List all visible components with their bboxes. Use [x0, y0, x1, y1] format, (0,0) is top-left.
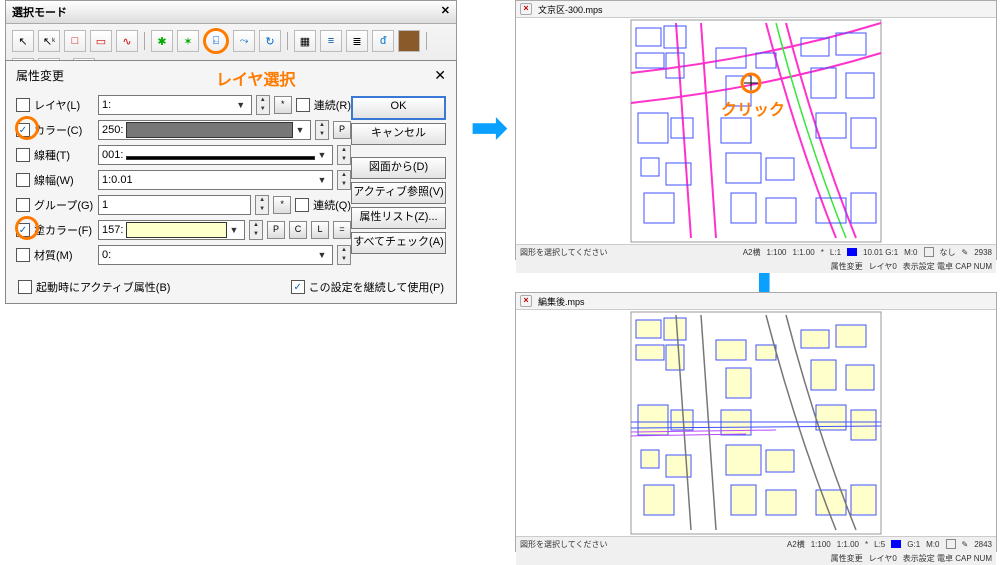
tool-curve-icon[interactable]: ⤳	[233, 30, 255, 52]
check-all-button[interactable]: すべてチェック(A)	[351, 232, 446, 254]
tool-arrow-sel-icon[interactable]: ↖k	[38, 30, 60, 52]
fill-select[interactable]: 157:▼	[98, 220, 245, 240]
attr-list-button[interactable]: 属性リスト(Z)...	[351, 207, 446, 229]
map-before-window: × 文京区-300.mps	[515, 0, 997, 260]
group-input[interactable]: 1	[98, 195, 251, 215]
tool-layer-select-icon[interactable]: ⍇	[203, 28, 229, 54]
annotation-layer-select: レイヤ選択	[216, 66, 296, 90]
color-spinner[interactable]: ▲▼	[315, 120, 329, 140]
cont-q-checkbox[interactable]	[295, 198, 309, 212]
map-tab-close-icon[interactable]: ×	[520, 3, 532, 15]
tool-rect-icon[interactable]: □	[64, 30, 86, 52]
map-canvas-after[interactable]	[516, 310, 996, 536]
material-checkbox[interactable]	[16, 248, 30, 262]
fill-spinner[interactable]: ▲▼	[249, 220, 263, 240]
material-label: 材質(M)	[34, 247, 94, 263]
arrow-right-icon: ➡	[470, 100, 509, 154]
tool-branch-icon[interactable]: ✶	[177, 30, 199, 52]
tool-reload-icon[interactable]: ↻	[259, 30, 281, 52]
cont-r-label: 連続(R)	[314, 97, 351, 113]
color-select[interactable]: 250:▼	[98, 120, 311, 140]
tool-tricolor-icon[interactable]: ≣	[346, 30, 368, 52]
attribute-change-dialog: 属性変更 ✕ レイヤ選択 レイヤ(L) 1:▼ ▲▼ * 連続(R) ✓ カラー…	[5, 60, 457, 304]
startup-checkbox[interactable]	[18, 280, 32, 294]
map-canvas-before[interactable]	[516, 18, 996, 244]
l-button[interactable]: L	[311, 221, 329, 239]
material-select[interactable]: 0:▼	[98, 245, 333, 265]
linetype-checkbox[interactable]	[16, 148, 30, 162]
startup-label: 起動時にアクティブ属性(B)	[36, 279, 170, 295]
tool-grid-icon[interactable]: ▦	[294, 30, 316, 52]
tool-arrow-icon[interactable]: ↖	[12, 30, 34, 52]
from-drawing-button[interactable]: 図面から(D)	[351, 157, 446, 179]
map-tab-after[interactable]: 編集後.mps	[538, 295, 585, 308]
map-tab-before[interactable]: 文京区-300.mps	[538, 3, 603, 16]
map-tab-close-icon-2[interactable]: ×	[520, 295, 532, 307]
group-spinner[interactable]: ▲▼	[255, 195, 269, 215]
linewidth-spinner[interactable]: ▲▼	[337, 170, 351, 190]
color-label: カラー(C)	[34, 122, 94, 138]
toolbar-title: 選択モード	[12, 4, 67, 20]
group-label: グループ(G)	[34, 197, 94, 213]
c-button[interactable]: C	[289, 221, 307, 239]
tool-node-icon[interactable]: ✱	[151, 30, 173, 52]
linetype-select[interactable]: 001:▼	[98, 145, 333, 165]
toolbar-close-button[interactable]: ✕	[441, 4, 450, 20]
status-bar-before: 図形を選択してください A2横1:1001:1.00 *L:1 10.01 G:…	[516, 244, 996, 259]
layer-spinner[interactable]: ▲▼	[256, 95, 270, 115]
tool-lasso-icon[interactable]: ∿	[116, 30, 138, 52]
star-button[interactable]: *	[274, 96, 292, 114]
material-spinner[interactable]: ▲▼	[337, 245, 351, 265]
status-bar-after: 図形を選択してください A2横1:1001:1.00 *L:5 G:1M:0 ✎…	[516, 536, 996, 551]
fill-label: 塗カラー(F)	[34, 222, 94, 238]
active-ref-button[interactable]: アクティブ参照(V)	[351, 182, 446, 204]
ok-button[interactable]: OK	[351, 96, 446, 120]
p-button[interactable]: P	[333, 121, 351, 139]
linewidth-label: 線幅(W)	[34, 172, 94, 188]
map-after-window: × 編集後.mps	[515, 292, 997, 552]
linewidth-checkbox[interactable]	[16, 173, 30, 187]
tool-lines-icon[interactable]: ≡	[320, 30, 342, 52]
layer-select[interactable]: 1:▼	[98, 95, 252, 115]
color-checkbox[interactable]: ✓	[16, 123, 30, 137]
tool-dashed-rect-icon[interactable]: ▭	[90, 30, 112, 52]
p-button-2[interactable]: P	[267, 221, 285, 239]
annotation-click: クリック	[721, 96, 785, 120]
eq-button[interactable]: =	[333, 221, 351, 239]
tool-swatch-icon[interactable]	[398, 30, 420, 52]
persist-checkbox[interactable]: ✓	[291, 280, 305, 294]
dialog-title: 属性変更	[16, 67, 64, 84]
linewidth-select[interactable]: 1:0.01▼	[98, 170, 333, 190]
linetype-label: 線種(T)	[34, 147, 94, 163]
dialog-close-button[interactable]: ✕	[434, 67, 446, 84]
star-button-2[interactable]: *	[273, 196, 291, 214]
layer-checkbox[interactable]	[16, 98, 30, 112]
cancel-button[interactable]: キャンセル	[351, 123, 446, 145]
linetype-spinner[interactable]: ▲▼	[337, 145, 351, 165]
group-checkbox[interactable]	[16, 198, 30, 212]
layer-label: レイヤ(L)	[34, 97, 94, 113]
cont-r-checkbox[interactable]	[296, 98, 310, 112]
fill-checkbox[interactable]: ✓	[16, 223, 30, 237]
tool-eyedrop-icon[interactable]: ᵭ	[372, 30, 394, 52]
cont-q-label: 連続(Q)	[313, 197, 351, 213]
persist-label: この設定を継続して使用(P)	[309, 279, 444, 295]
